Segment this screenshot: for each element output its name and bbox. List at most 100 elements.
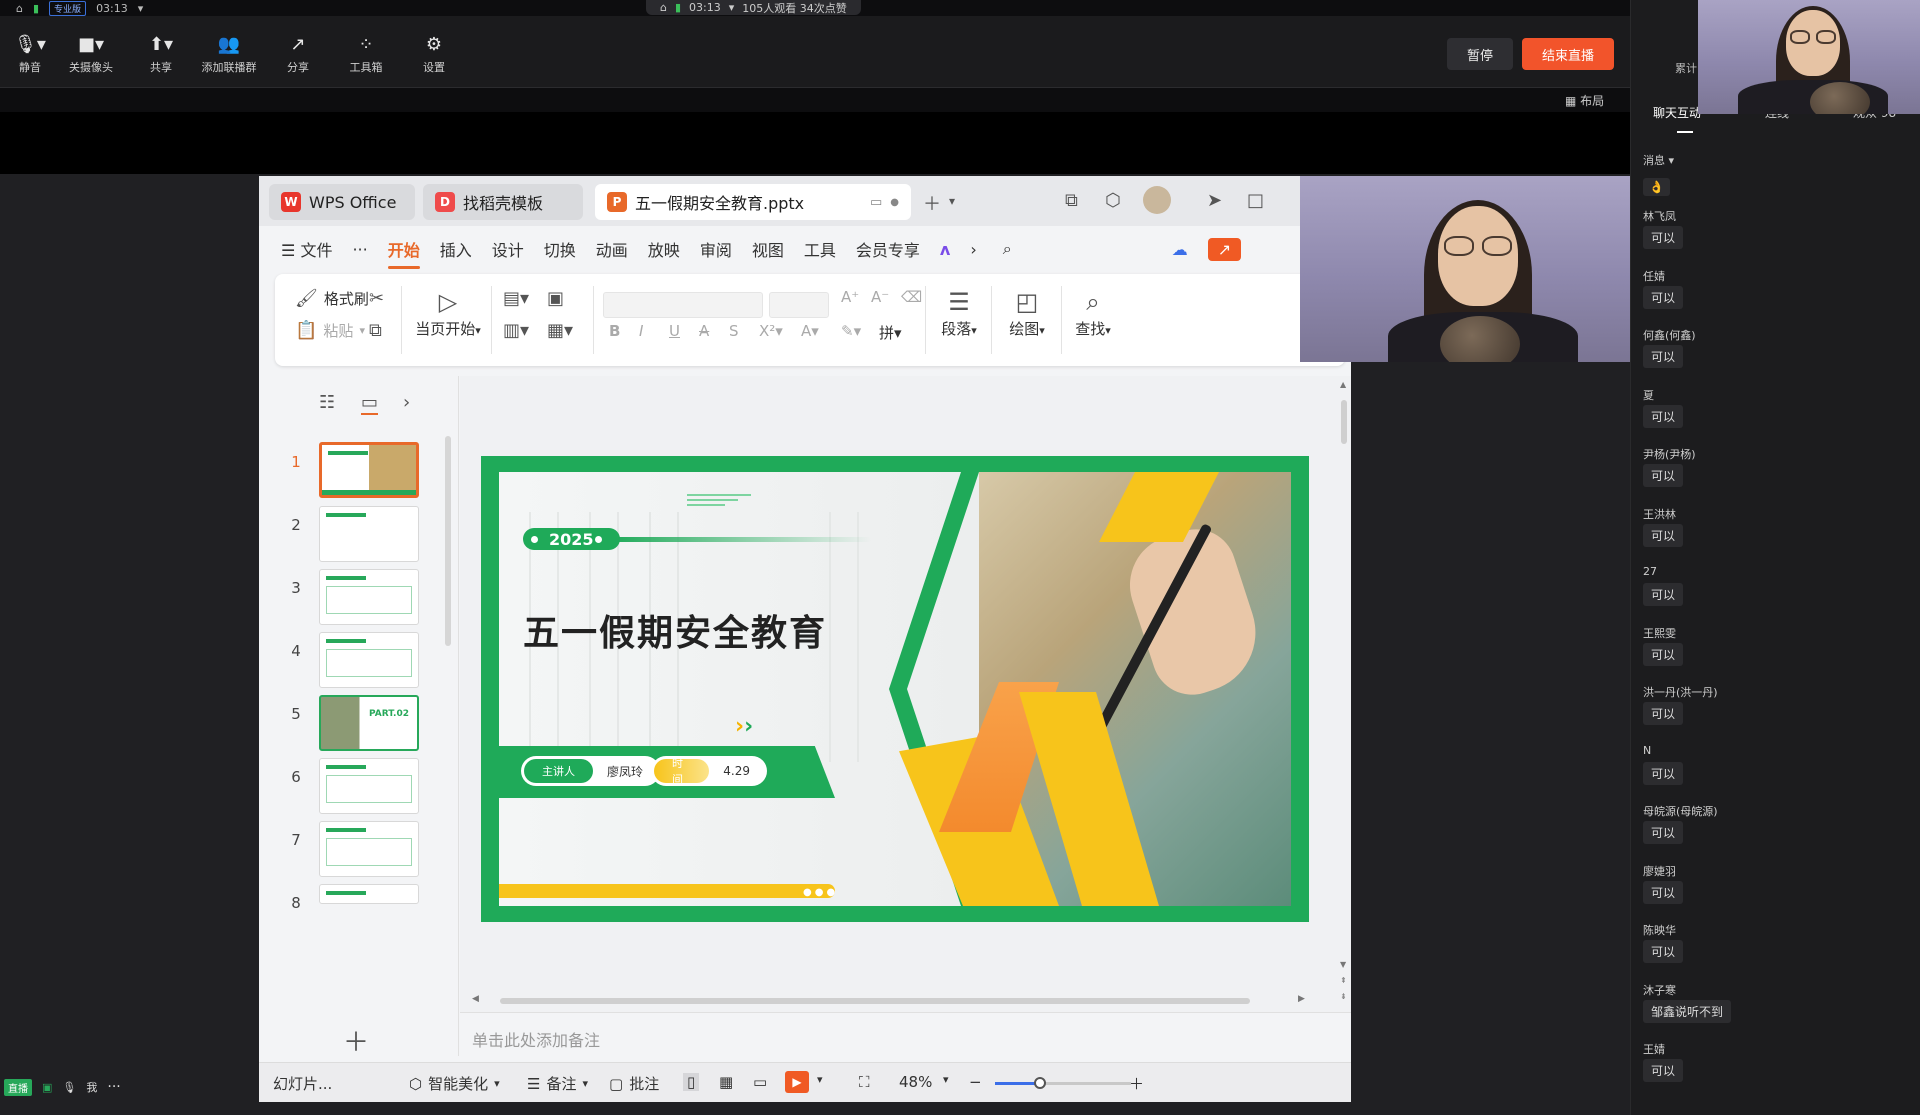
draw-button[interactable]: ◰ 绘图▾: [999, 286, 1055, 339]
strikethrough-icon[interactable]: A: [699, 322, 709, 340]
new-tab-icon[interactable]: ＋: [923, 190, 941, 216]
menu-home[interactable]: 开始: [387, 237, 420, 269]
share-doc-icon[interactable]: ↗: [1207, 237, 1242, 261]
slide-sorter-icon[interactable]: ▦: [719, 1073, 733, 1091]
chevron-right-icon[interactable]: ▶: [1298, 994, 1305, 1004]
monitor-icon[interactable]: ▭: [870, 195, 882, 210]
toolbox-button[interactable]: ⁘ 工具箱: [336, 34, 396, 75]
home-icon[interactable]: ⌂: [16, 2, 23, 15]
shadow-icon[interactable]: S: [729, 322, 739, 340]
chevron-up-icon[interactable]: ▲: [1340, 380, 1346, 389]
play-slideshow-icon[interactable]: ▶: [785, 1071, 809, 1093]
chevron-left-icon[interactable]: ◀: [472, 994, 479, 1004]
share-button[interactable]: ↗ 分享: [268, 34, 328, 75]
user-avatar[interactable]: [1143, 186, 1171, 214]
menu-design[interactable]: 设计: [492, 237, 524, 261]
settings-button[interactable]: ⚙ 设置: [404, 34, 464, 75]
font-color-icon[interactable]: A▾: [801, 322, 819, 340]
zoom-in-icon[interactable]: ＋: [1129, 1073, 1144, 1094]
chevron-down-icon[interactable]: ▾: [817, 1073, 823, 1086]
slide-thumbnail-2[interactable]: [319, 506, 419, 562]
font-size-select[interactable]: [769, 292, 829, 318]
slide-canvas[interactable]: 2025 五一假期安全教育 ›› 主讲人 廖凤玲 时间 4.29 ●●● ▲ ▼…: [460, 376, 1351, 1012]
ai-icon[interactable]: ᴧ: [940, 240, 950, 259]
cut-icon[interactable]: ✂: [369, 288, 384, 309]
font-family-select[interactable]: [603, 292, 763, 318]
comments-button[interactable]: ▢ 批注: [609, 1073, 659, 1094]
window-stack-icon[interactable]: ⧉: [1065, 190, 1078, 211]
slide-thumbnail-4[interactable]: [319, 632, 419, 688]
share-screen-button[interactable]: ⬆▾ 共享: [131, 34, 191, 75]
layout-button[interactable]: ▦ 布局: [1565, 92, 1604, 109]
slide-thumbnail-7[interactable]: [319, 821, 419, 877]
copy-icon[interactable]: ⧉: [369, 320, 382, 341]
menu-member[interactable]: 会员专享: [856, 237, 920, 261]
menu-insert[interactable]: 插入: [440, 237, 472, 261]
reading-view-icon[interactable]: ▭: [753, 1073, 767, 1091]
search-icon[interactable]: ⌕: [1003, 239, 1012, 259]
scroll-thumb[interactable]: [1341, 400, 1347, 444]
section-icon[interactable]: ▦▾: [547, 320, 573, 341]
cube-icon[interactable]: ⬡: [1105, 190, 1121, 211]
slide[interactable]: 2025 五一假期安全教育 ›› 主讲人 廖凤玲 时间 4.29 ●●●: [481, 456, 1309, 922]
slide-thumbnail-3[interactable]: [319, 569, 419, 625]
menu-tools[interactable]: 工具: [804, 237, 836, 261]
font-shrink-icon[interactable]: A⁻: [871, 288, 889, 306]
chevron-down-icon[interactable]: ▾: [943, 1073, 949, 1086]
tab-pptx-file[interactable]: P 五一假期安全教育.pptx ▭ ●: [595, 184, 911, 220]
camera-off-button[interactable]: ■▾ 关摄像头: [60, 34, 122, 75]
font-grow-icon[interactable]: A⁺: [841, 288, 859, 306]
zoom-slider-knob[interactable]: [1033, 1077, 1046, 1089]
maximize-icon[interactable]: □: [1247, 190, 1264, 211]
zoom-slider[interactable]: [995, 1077, 1131, 1089]
cloud-upload-icon[interactable]: ☁: [1172, 240, 1188, 259]
zoom-out-icon[interactable]: −: [969, 1073, 982, 1091]
chevron-down-icon[interactable]: ▼: [1340, 960, 1346, 969]
chevron-down-icon[interactable]: ▾: [729, 1, 735, 14]
add-group-button[interactable]: 👥 添加联播群: [198, 34, 260, 75]
slide-thumbnail-1[interactable]: [319, 442, 419, 498]
find-button[interactable]: ⌕ 查找▾: [1067, 286, 1119, 339]
menu-more[interactable]: ···: [352, 240, 367, 259]
menu-animation[interactable]: 动画: [596, 237, 628, 261]
next-slide-icon[interactable]: ⇟: [1340, 992, 1347, 1001]
menu-review[interactable]: 审阅: [700, 237, 732, 261]
chevron-right-icon[interactable]: ›: [970, 240, 976, 259]
slide-layout-icon[interactable]: ▣: [547, 288, 564, 309]
zoom-level[interactable]: 48%: [899, 1073, 932, 1091]
play-from-current-button[interactable]: ▷ 当页开始▾: [411, 286, 485, 339]
format-painter-button[interactable]: 🖌 格式刷: [295, 288, 369, 309]
menu-file[interactable]: ☰ 文件: [281, 237, 332, 261]
thumbnail-scrollbar[interactable]: [445, 436, 451, 646]
paragraph-button[interactable]: ☰ 段落▾: [933, 286, 985, 339]
notes-input[interactable]: 单击此处添加备注: [460, 1012, 1351, 1052]
chevron-right-icon[interactable]: ›: [403, 392, 410, 413]
notes-button[interactable]: ☰ 备注 ▾: [527, 1073, 588, 1094]
vertical-scrollbar[interactable]: ▲ ▼ ⇞ ⇟: [1338, 376, 1350, 1012]
superscript-icon[interactable]: X²▾: [759, 322, 783, 340]
bold-icon[interactable]: B: [609, 322, 620, 340]
thumbnail-view-icon[interactable]: ▭: [361, 392, 379, 415]
fit-window-icon[interactable]: ⛶: [859, 1073, 870, 1091]
tab-docer-templates[interactable]: D 找稻壳模板: [423, 184, 583, 220]
smart-beautify-button[interactable]: ⬡ 智能美化 ▾: [409, 1073, 500, 1094]
paste-button[interactable]: 📋 粘贴 ▾: [295, 320, 365, 341]
menu-slideshow[interactable]: 放映: [648, 237, 680, 261]
new-slide-icon[interactable]: ▤▾: [503, 288, 529, 309]
message-filter-dropdown[interactable]: 消息 ▾: [1643, 152, 1674, 168]
eraser-icon[interactable]: ⌫: [901, 288, 922, 306]
slide-indicator[interactable]: 幻灯片...: [273, 1073, 332, 1094]
slide-thumbnail-8[interactable]: [319, 884, 419, 904]
highlight-icon[interactable]: ✎▾: [841, 322, 861, 340]
microphone-icon[interactable]: 🎙: [62, 1081, 76, 1094]
more-icon[interactable]: ···: [107, 1079, 120, 1095]
chat-icon[interactable]: ▣: [42, 1081, 52, 1094]
menu-transition[interactable]: 切换: [544, 237, 576, 261]
chevron-down-icon[interactable]: ▾: [949, 194, 955, 208]
phonetic-icon[interactable]: 拼▾: [879, 322, 902, 343]
slide-thumbnail-5[interactable]: PART.02: [319, 695, 419, 751]
underline-icon[interactable]: U: [669, 322, 680, 340]
normal-view-icon[interactable]: ▯: [683, 1073, 700, 1091]
add-slide-icon[interactable]: ＋: [343, 1022, 369, 1059]
tab-wps-office[interactable]: W WPS Office: [269, 184, 415, 220]
